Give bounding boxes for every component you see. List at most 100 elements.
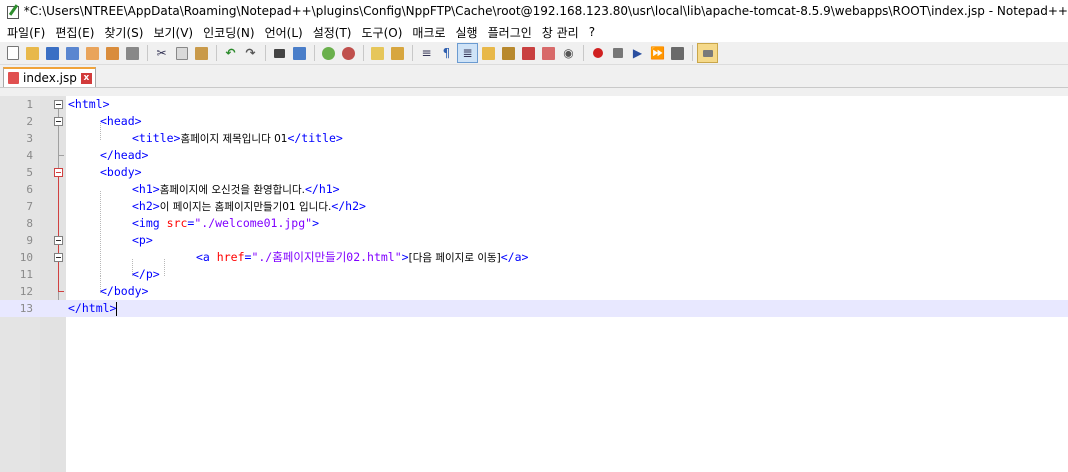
save-all-icon[interactable] [63, 44, 82, 62]
menu-plugins[interactable]: 플러그인 [485, 24, 539, 41]
line-number: 7 [26, 200, 33, 213]
toolbar-separator [147, 45, 148, 61]
new-file-icon[interactable] [3, 44, 22, 62]
record-macro-icon[interactable] [588, 44, 607, 62]
menu-tools[interactable]: 도구(O) [359, 24, 410, 41]
menu-run[interactable]: 실행 [453, 24, 485, 41]
h2-close-tag: </h2> [331, 199, 366, 213]
body-open-tag: <body> [100, 165, 142, 179]
cut-icon[interactable]: ✂ [152, 44, 171, 62]
body-close-tag: </body> [100, 284, 149, 298]
menu-language[interactable]: 언어(L) [262, 24, 310, 41]
tab-bar: index.jsp x [0, 65, 1068, 88]
sync-horizontal-icon[interactable] [388, 44, 407, 62]
zoom-out-icon[interactable] [339, 44, 358, 62]
close-icon[interactable] [83, 44, 102, 62]
current-line: 13 </html> [0, 300, 1068, 317]
function-list-icon[interactable] [519, 44, 538, 62]
line-number: 5 [26, 166, 33, 179]
save-icon[interactable] [43, 44, 62, 62]
anchor-tag-end: > [401, 250, 409, 264]
editor-area[interactable]: 1 <html> 2 <head> 3 <title>홈페이지 제목입니다 01… [0, 96, 1068, 472]
copy-icon[interactable] [172, 44, 191, 62]
folder-workspace-icon[interactable] [539, 44, 558, 62]
zoom-in-icon[interactable] [319, 44, 338, 62]
line-number: 11 [19, 268, 33, 281]
p-open-tag: <p> [132, 233, 153, 247]
fold-toggle-icon[interactable] [54, 168, 63, 177]
code-line: 10 <a href="./홈페이지만들기02.html">[다음 페이지로 이… [0, 249, 1068, 266]
menu-encoding[interactable]: 인코딩(N) [200, 24, 261, 41]
src-attribute: src [166, 216, 188, 230]
tab-close-icon[interactable]: x [80, 72, 92, 84]
toolbar-separator [583, 45, 584, 61]
indent-guide-icon[interactable]: ≣ [457, 43, 478, 63]
play-macro-icon[interactable]: ▶ [628, 44, 647, 62]
line-number: 12 [19, 285, 33, 298]
p-close-tag: </p> [132, 267, 160, 281]
toolbar-separator [216, 45, 217, 61]
undo-icon[interactable]: ↶ [221, 44, 240, 62]
monitoring-icon[interactable]: ◉ [559, 44, 578, 62]
toolbar-separator [363, 45, 364, 61]
run-macro-multiple-icon[interactable]: ⏩ [648, 44, 667, 62]
menu-view[interactable]: 보기(V) [150, 24, 200, 41]
line-number: 10 [19, 251, 33, 264]
toolbar-separator [692, 45, 693, 61]
line-number: 3 [26, 132, 33, 145]
head-close-tag: </head> [100, 148, 149, 162]
head-open-tag: <head> [100, 114, 142, 128]
show-all-chars-icon[interactable]: ¶ [437, 44, 456, 62]
title-open-tag: <title> [132, 131, 181, 145]
title-close-tag: </title> [287, 131, 343, 145]
title-bar: *C:\Users\NTREE\AppData\Roaming\Notepad+… [0, 0, 1068, 22]
sync-vertical-icon[interactable] [368, 44, 387, 62]
find-icon[interactable] [270, 44, 289, 62]
html-close-tag: </html> [68, 301, 117, 315]
close-all-icon[interactable] [103, 44, 122, 62]
menu-help[interactable]: ? [586, 25, 602, 39]
ftp-panel-icon[interactable] [697, 43, 718, 63]
notepad-plus-plus-window: *C:\Users\NTREE\AppData\Roaming\Notepad+… [0, 0, 1068, 472]
menu-bar: 파일(F) 편집(E) 찾기(S) 보기(V) 인코딩(N) 언어(L) 설정(… [0, 22, 1068, 42]
src-value: "./welcome01.jpg" [194, 216, 313, 230]
anchor-text: [다음 페이지로 이동] [408, 252, 501, 264]
menu-window[interactable]: 창 관리 [539, 24, 586, 41]
print-icon[interactable] [123, 44, 142, 62]
word-wrap-icon[interactable]: ≡ [417, 44, 436, 62]
fold-toggle-icon[interactable] [54, 117, 63, 126]
code-line: 4 </head> [0, 147, 1068, 164]
menu-file[interactable]: 파일(F) [4, 24, 52, 41]
h2-open-tag: <h2> [132, 199, 160, 213]
code-line: 8 <img src="./welcome01.jpg"> [0, 215, 1068, 232]
fold-toggle-icon[interactable] [54, 253, 63, 262]
document-map-icon[interactable] [499, 44, 518, 62]
anchor-tag: <a [196, 250, 210, 264]
tab-index-jsp[interactable]: index.jsp x [3, 67, 96, 87]
h1-close-tag: </h1> [304, 182, 340, 196]
fold-toggle-icon[interactable] [54, 100, 63, 109]
title-text: 홈페이지 제목입니다 01 [180, 133, 288, 145]
udl-icon[interactable] [479, 44, 498, 62]
fold-toggle-icon[interactable] [54, 236, 63, 245]
menu-macro[interactable]: 매크로 [409, 24, 452, 41]
paste-icon[interactable] [192, 44, 211, 62]
open-file-icon[interactable] [23, 44, 42, 62]
redo-icon[interactable]: ↷ [241, 44, 260, 62]
save-macro-icon[interactable] [668, 44, 687, 62]
line-number: 8 [26, 217, 33, 230]
toolbar-separator [265, 45, 266, 61]
line-number: 1 [26, 98, 33, 111]
menu-search[interactable]: 찾기(S) [101, 24, 150, 41]
stop-record-icon[interactable] [608, 44, 627, 62]
menu-settings[interactable]: 설정(T) [310, 24, 359, 41]
code-line: 2 <head> [0, 113, 1068, 130]
line-number: 4 [26, 149, 33, 162]
toolbar-separator [412, 45, 413, 61]
line-number: 9 [26, 234, 33, 247]
h1-text: 홈페이지에 오신것을 환영합니다. [159, 184, 305, 196]
replace-icon[interactable] [290, 44, 309, 62]
text-caret [116, 301, 118, 316]
menu-edit[interactable]: 편집(E) [52, 24, 101, 41]
h2-text: 이 페이지는 홈페이지만들기01 입니다. [159, 201, 332, 213]
